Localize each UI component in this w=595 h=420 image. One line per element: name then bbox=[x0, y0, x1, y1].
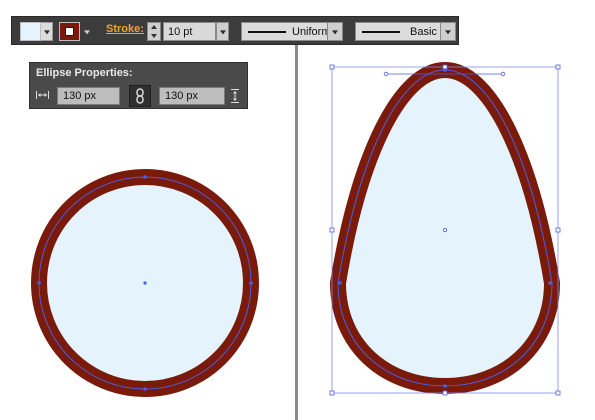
artboard-canvas[interactable] bbox=[0, 0, 595, 420]
circle-artwork[interactable] bbox=[31, 169, 259, 397]
egg-artwork[interactable] bbox=[329, 61, 561, 396]
